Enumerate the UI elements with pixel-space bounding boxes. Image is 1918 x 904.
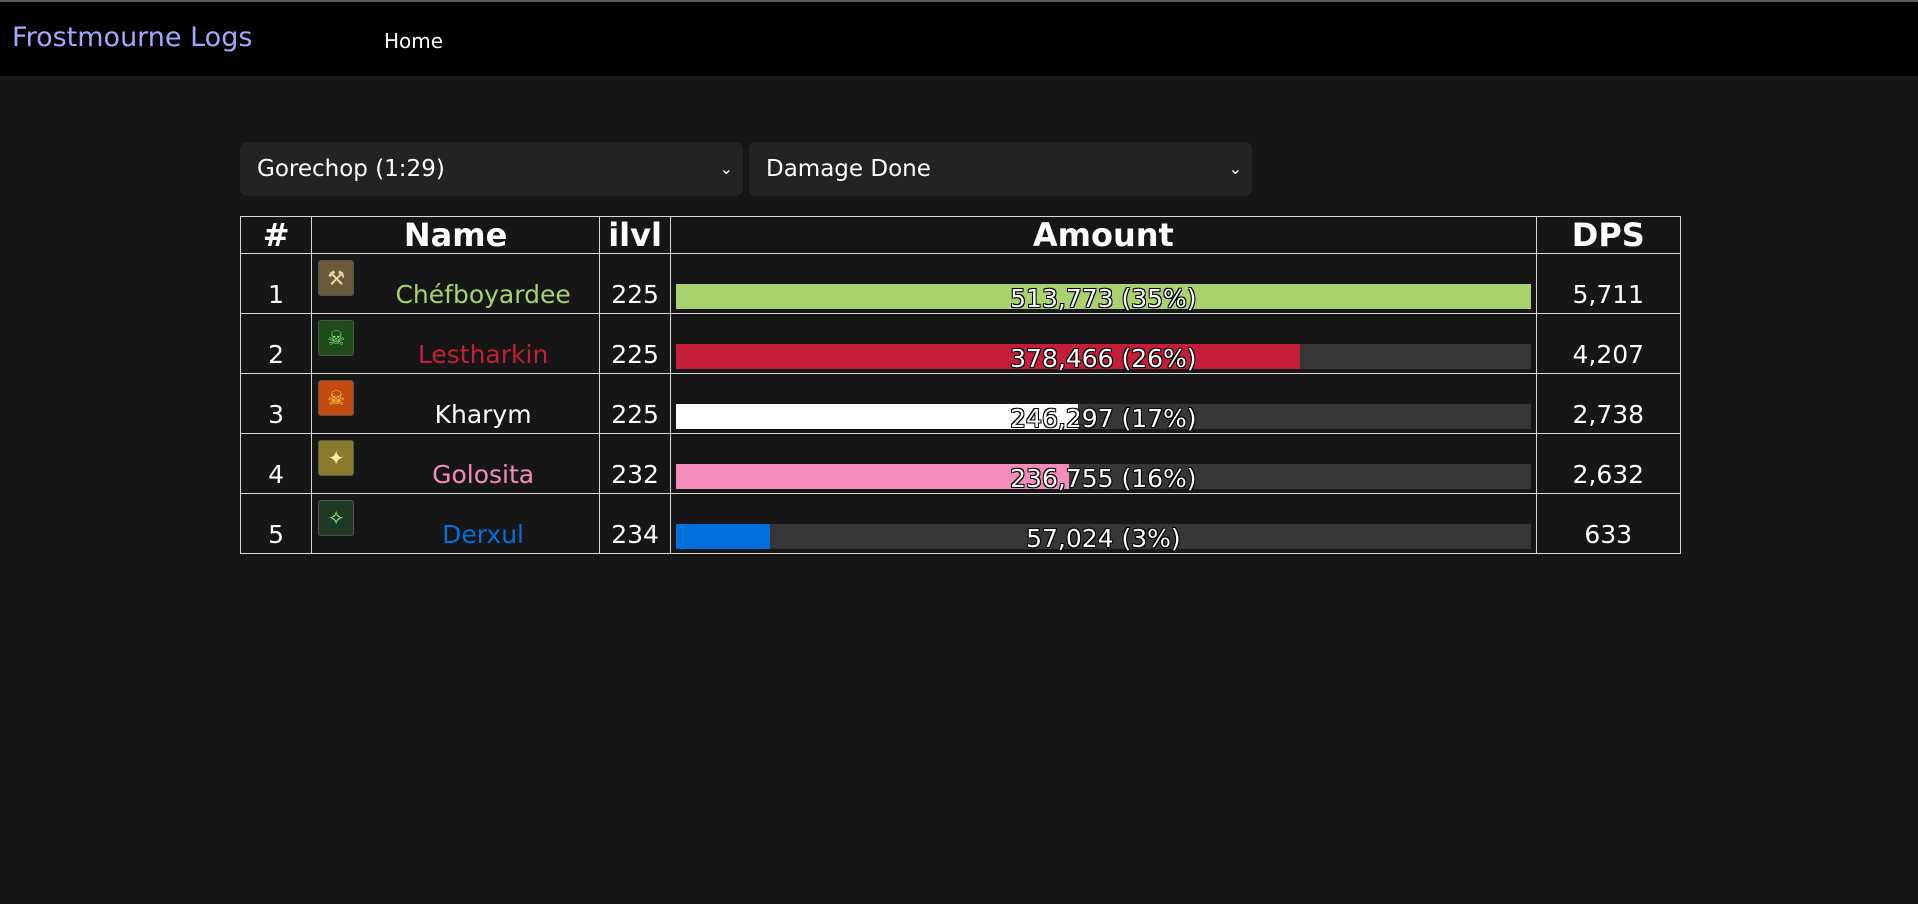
wings-icon: ✦	[318, 440, 355, 476]
ilvl-cell: 225	[598, 253, 672, 314]
amount-cell: 236,755 (16%)	[670, 433, 1537, 494]
name-cell[interactable]: ✧ Derxul	[311, 493, 600, 554]
header-ilvl: ilvl	[598, 216, 672, 254]
metric-select-value: Damage Done	[766, 156, 931, 182]
ilvl-cell: 232	[598, 433, 672, 494]
metric-select[interactable]: Damage Done ⌄	[749, 142, 1252, 196]
amount-cell: 57,024 (3%)	[670, 493, 1537, 554]
name-cell[interactable]: ⚒ Chéfboyardee	[311, 253, 600, 314]
amount-bar-fill	[676, 344, 1300, 369]
amount-cell: 513,773 (35%)	[670, 253, 1537, 314]
amount-text: 246,297 (17%)	[1010, 404, 1197, 433]
brand-link[interactable]: Frostmourne Logs	[12, 22, 252, 53]
rank-cell: 1	[239, 253, 313, 314]
amount-bar-fill	[676, 524, 771, 549]
amount-cell: 246,297 (17%)	[670, 373, 1537, 434]
player-name[interactable]: Kharym	[435, 400, 532, 429]
rank-cell: 2	[239, 313, 313, 374]
table-row[interactable]: 5 ✧ Derxul 234 57,024 (3%) 633	[239, 493, 1682, 554]
header-amount: Amount	[670, 216, 1537, 254]
claw-icon: ✧	[318, 500, 355, 536]
header-dps: DPS	[1535, 216, 1682, 254]
encounter-select-value: Gorechop (1:29)	[257, 156, 445, 182]
player-name[interactable]: Golosita	[432, 460, 534, 489]
chevron-down-icon: ⌄	[1228, 159, 1242, 178]
amount-bar: 378,466 (26%)	[676, 344, 1531, 371]
name-cell[interactable]: ☠ Lestharkin	[311, 313, 600, 374]
rank-cell: 5	[239, 493, 313, 554]
ilvl-cell: 234	[598, 493, 672, 554]
amount-bar: 513,773 (35%)	[676, 284, 1531, 311]
amount-text: 513,773 (35%)	[1010, 284, 1197, 313]
skull-fire-icon: ☠	[318, 380, 355, 416]
player-name[interactable]: Derxul	[442, 520, 524, 549]
dps-cell: 2,738	[1535, 373, 1682, 434]
ilvl-cell: 225	[598, 313, 672, 374]
encounter-select[interactable]: Gorechop (1:29) ⌄	[240, 142, 743, 196]
table-row[interactable]: 1 ⚒ Chéfboyardee 225 513,773 (35%) 5,711	[239, 253, 1682, 314]
amount-cell: 378,466 (26%)	[670, 313, 1537, 374]
navbar: Frostmourne Logs Home	[0, 2, 1918, 76]
table-row[interactable]: 4 ✦ Golosita 232 236,755 (16%) 2,632	[239, 433, 1682, 494]
header-name: Name	[311, 216, 600, 254]
amount-text: 236,755 (16%)	[1010, 464, 1197, 493]
name-cell[interactable]: ✦ Golosita	[311, 433, 600, 494]
dps-cell: 4,207	[1535, 313, 1682, 374]
dps-cell: 5,711	[1535, 253, 1682, 314]
amount-text: 57,024 (3%)	[1026, 524, 1181, 553]
chevron-down-icon: ⌄	[719, 159, 733, 178]
player-name[interactable]: Chéfboyardee	[395, 280, 570, 309]
dps-cell: 633	[1535, 493, 1682, 554]
damage-meter-table: # Name ilvl Amount DPS 1 ⚒ Chéfboyardee …	[239, 216, 1682, 554]
ilvl-cell: 225	[598, 373, 672, 434]
skull-green-icon: ☠	[318, 320, 355, 356]
player-name[interactable]: Lestharkin	[418, 340, 548, 369]
table-header-row: # Name ilvl Amount DPS	[239, 216, 1682, 254]
header-rank: #	[239, 216, 313, 254]
rank-cell: 4	[239, 433, 313, 494]
axe-icon: ⚒	[318, 260, 355, 296]
amount-bar: 246,297 (17%)	[676, 404, 1531, 431]
amount-text: 378,466 (26%)	[1010, 344, 1197, 373]
rank-cell: 3	[239, 373, 313, 434]
dps-cell: 2,632	[1535, 433, 1682, 494]
amount-bar: 236,755 (16%)	[676, 464, 1531, 491]
nav-home-link[interactable]: Home	[384, 29, 443, 53]
table-row[interactable]: 2 ☠ Lestharkin 225 378,466 (26%) 4,207	[239, 313, 1682, 374]
table-row[interactable]: 3 ☠ Kharym 225 246,297 (17%) 2,738	[239, 373, 1682, 434]
amount-bar: 57,024 (3%)	[676, 524, 1531, 551]
name-cell[interactable]: ☠ Kharym	[311, 373, 600, 434]
